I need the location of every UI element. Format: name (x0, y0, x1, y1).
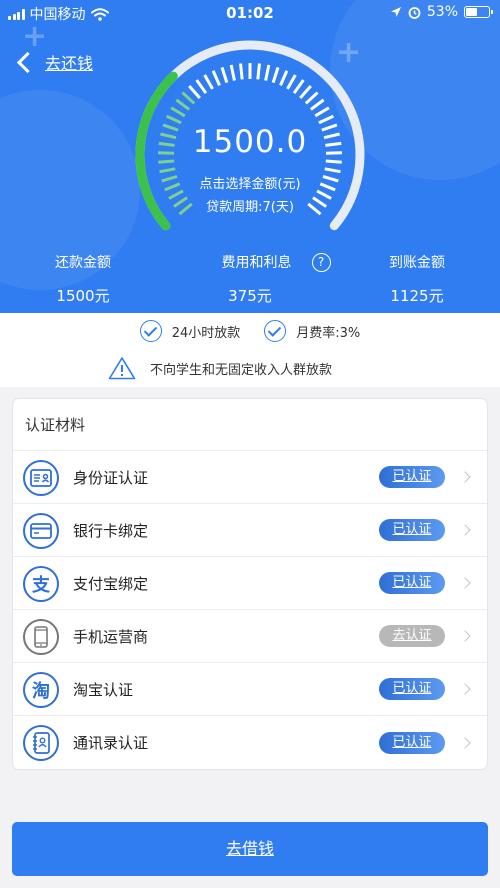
bank-card-icon (23, 513, 59, 549)
gauge-tick (292, 79, 305, 94)
status-badge[interactable]: 已认证 (379, 519, 445, 541)
id-card-icon (23, 460, 59, 496)
phone-icon (23, 619, 59, 655)
chevron-right-icon (459, 630, 471, 642)
row-label: 手机运营商 (73, 627, 149, 646)
help-icon[interactable]: ? (311, 252, 331, 272)
row-label: 通讯录认证 (73, 734, 149, 752)
notice-monthly-rate: 月费率:3% (264, 320, 360, 342)
gauge-tick (318, 114, 335, 125)
decor-plus-icon: + (22, 19, 48, 54)
status-badge[interactable]: 去认证 (379, 625, 445, 647)
summary-value: 1125元 (390, 287, 444, 305)
summary-label: 到账金额 (389, 255, 445, 271)
notice-fast-loan: 24小时放款 (139, 320, 241, 342)
gauge-tick (211, 70, 221, 86)
chevron-right-icon (459, 471, 471, 483)
borrow-button[interactable]: 去借钱 (12, 822, 488, 876)
summary-fees: 费用和利息 ? 375元 (167, 252, 333, 306)
gauge-tick (271, 66, 280, 84)
card-title: 认证材料 (13, 399, 487, 451)
chevron-right-icon (459, 736, 471, 749)
hero-panel: + + 中国移动 01:02 53% 去还钱 1500.0 点击选择金额(元) … (0, 0, 500, 313)
warning-text: 不向学生和无固定收入人群放款 (150, 362, 333, 378)
row-bank-card[interactable]: 银行卡绑定 已认证 (13, 504, 487, 557)
battery-percent: 53% (426, 4, 458, 20)
gauge-tick (309, 98, 325, 111)
loan-period[interactable]: 贷款周期:7(天) (0, 196, 500, 215)
row-label: 淘宝认证 (73, 680, 134, 699)
gauge-tick (170, 106, 186, 118)
taobao-icon: 淘 (23, 672, 59, 708)
gauge-tick (325, 159, 342, 164)
status-badge[interactable]: 已认证 (379, 466, 445, 488)
gauge-hint: 点击选择金额(元) (199, 177, 301, 192)
gauge-tick (181, 91, 196, 105)
alipay-icon: 支 (23, 566, 59, 602)
gauge-tick (286, 74, 297, 90)
chevron-right-icon (459, 577, 471, 589)
notice-text: 24小时放款 (171, 325, 241, 341)
gauge-tick (229, 64, 236, 81)
row-alipay[interactable]: 支 支付宝绑定 已认证 (13, 557, 487, 610)
contacts-icon (23, 725, 59, 761)
notice-text: 月费率:3% (296, 325, 361, 341)
loan-amount[interactable]: 1500.0 (0, 124, 500, 160)
back-label: 去还钱 (45, 54, 94, 73)
gauge-tick (304, 91, 319, 105)
summary-label: 还款金额 (55, 255, 111, 271)
row-carrier[interactable]: 手机运营商 去认证 (13, 610, 487, 663)
check-circle-icon (139, 320, 162, 342)
battery-icon (464, 6, 493, 18)
warning-icon (108, 357, 136, 380)
back-button[interactable]: 去还钱 (14, 50, 93, 74)
row-contacts[interactable]: 通讯录认证 已认证 (13, 716, 487, 769)
row-label: 身份证认证 (73, 468, 149, 487)
status-bar: 中国移动 01:02 53% (0, 0, 500, 26)
chevron-right-icon (459, 524, 471, 536)
gauge-tick (279, 70, 289, 86)
gauge-tick (203, 74, 214, 90)
summary-repay: 还款金额 1500元 (0, 252, 166, 306)
summary-label: 费用和利息 (221, 255, 292, 271)
row-label: 支付宝绑定 (73, 574, 149, 593)
gauge-tick (175, 98, 191, 111)
gauge-tick (314, 106, 330, 118)
gauge-tick (159, 167, 176, 174)
gauge-tick (324, 167, 341, 174)
verification-card: 认证材料 身份证认证 已认证 银行卡绑定 已认证 支 支付宝绑定 已认证 手机运… (13, 399, 487, 769)
gauge-tick (264, 64, 271, 81)
summary-value: 375元 (228, 287, 272, 305)
status-badge[interactable]: 已认证 (379, 678, 445, 700)
gauge-tick (188, 84, 201, 99)
gauge-tick (239, 63, 244, 80)
row-id-card[interactable]: 身份证认证 已认证 (13, 451, 487, 504)
alarm-icon (408, 6, 421, 19)
notice-warning: 不向学生和无固定收入人群放款 (108, 356, 332, 380)
status-badge[interactable]: 已认证 (379, 572, 445, 594)
status-badge[interactable]: 已认证 (379, 731, 445, 754)
gauge-tick (158, 159, 175, 164)
gauge-tick (165, 114, 182, 125)
gauge-tick (299, 84, 312, 99)
notice-strip: 24小时放款 月费率:3% 不向学生和无固定收入人群放款 (0, 313, 500, 387)
chevron-right-icon (459, 683, 471, 695)
gauge-tick (220, 66, 229, 84)
summary-received: 到账金额 1125元 (334, 252, 500, 306)
row-taobao[interactable]: 淘 淘宝认证 已认证 (13, 663, 487, 716)
location-icon (390, 7, 401, 17)
gauge-tick (256, 63, 261, 80)
row-label: 银行卡绑定 (73, 521, 149, 540)
check-circle-icon (264, 320, 287, 342)
chevron-left-icon (16, 51, 39, 73)
gauge-tick (195, 79, 208, 94)
summary-value: 1500元 (56, 287, 110, 305)
